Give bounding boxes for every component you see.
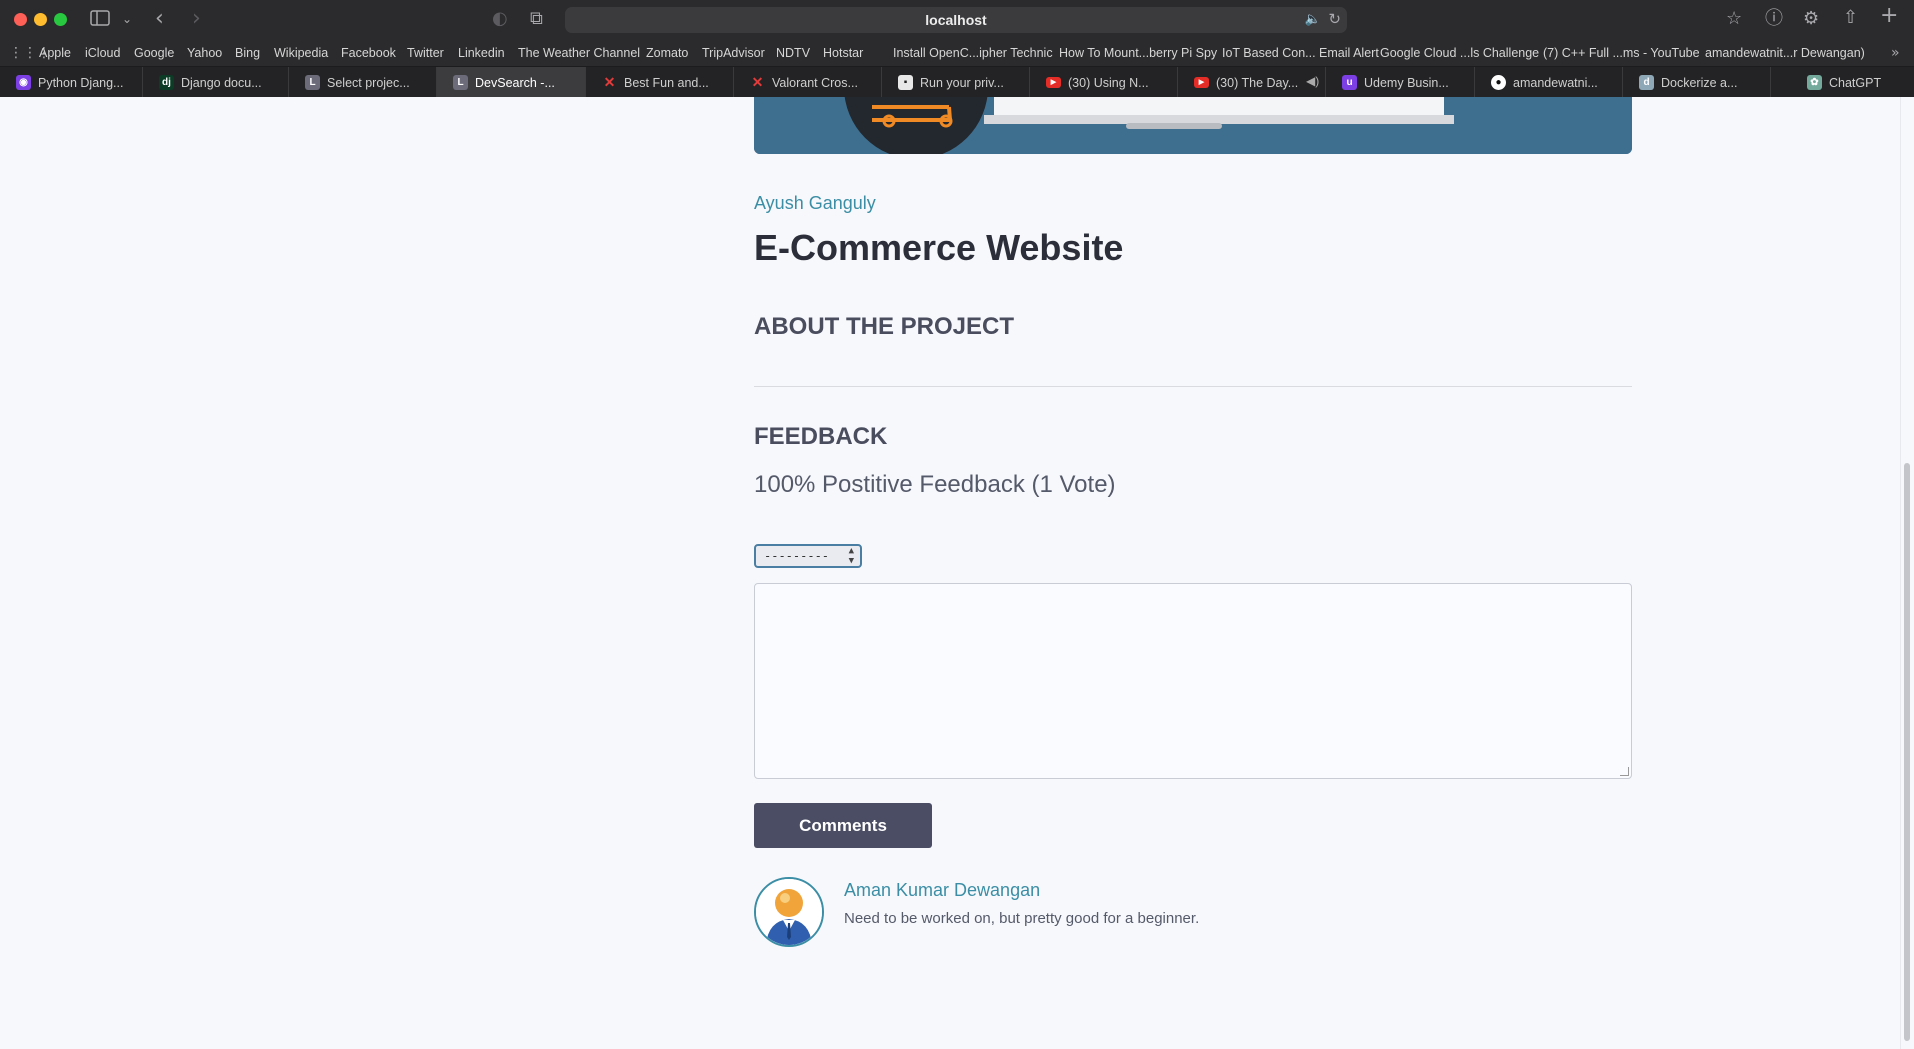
tab-select-project[interactable]: L Select projec... — [289, 67, 437, 98]
avatar[interactable] — [754, 877, 824, 947]
bookmark-yahoo[interactable]: Yahoo — [187, 46, 222, 60]
youtube-favicon-icon: ▶ — [1194, 77, 1209, 88]
bookmark-bing[interactable]: Bing — [235, 46, 260, 60]
audio-playing-icon[interactable]: 🔈 — [1305, 10, 1321, 30]
feedback-heading: FEEDBACK — [754, 423, 888, 450]
bookmark-weather-channel[interactable]: The Weather Channel — [518, 46, 640, 60]
url-text: localhost — [925, 12, 987, 28]
divider — [754, 386, 1632, 387]
minimize-window-button[interactable] — [34, 13, 47, 26]
bookmark-cpp-youtube[interactable]: (7) C++ Full ...ms - YouTube — [1543, 46, 1700, 60]
chevron-down-icon[interactable]: ⌄ — [122, 9, 132, 29]
bookmark-apple[interactable]: Apple — [39, 46, 71, 60]
bookmark-hotstar[interactable]: Hotstar — [823, 46, 863, 60]
gear-icon[interactable]: ⚙ — [1803, 9, 1819, 29]
select-project-favicon-icon: L — [305, 75, 320, 90]
run-your-priv-favicon-icon: ▪ — [898, 75, 913, 90]
bookmark-linkedin[interactable]: Linkedin — [458, 46, 505, 60]
speaker-icon[interactable]: ◀) — [1306, 74, 1319, 88]
info-icon[interactable]: ⓘ — [1765, 9, 1783, 29]
commenter-name[interactable]: Aman Kumar Dewangan — [844, 880, 1040, 901]
tab-overview-icon[interactable]: ⧉ — [530, 9, 543, 29]
page-content: Ayush Ganguly E-Commerce Website ABOUT T… — [0, 97, 1900, 1049]
project-author[interactable]: Ayush Ganguly — [754, 193, 876, 214]
tab-run-your-priv[interactable]: ▪ Run your priv... — [882, 67, 1030, 98]
tab-best-fun[interactable]: ✕ Best Fun and... — [586, 67, 734, 98]
bookmark-icloud[interactable]: iCloud — [85, 46, 120, 60]
tab-github[interactable]: ● amandewatni... — [1475, 67, 1623, 98]
bookmark-facebook[interactable]: Facebook — [341, 46, 396, 60]
scrollbar-thumb[interactable] — [1904, 463, 1910, 1041]
project-title: E-Commerce Website — [754, 227, 1124, 268]
about-heading: ABOUT THE PROJECT — [754, 313, 1015, 340]
tab-python-django[interactable]: ◉ Python Djang... — [0, 67, 143, 98]
vote-select-value: --------- — [764, 549, 830, 563]
sidebar-toggle-icon[interactable] — [90, 10, 110, 31]
bookmark-opencv[interactable]: Install OpenC...ipher Technic — [893, 46, 1053, 60]
best-fun-favicon-icon: ✕ — [603, 74, 616, 90]
udemy-favicon-icon: u — [1342, 75, 1357, 90]
bookmark-google[interactable]: Google — [134, 46, 174, 60]
python-django-favicon-icon: ◉ — [16, 75, 31, 90]
tab-django-docs[interactable]: dj Django docu... — [143, 67, 289, 98]
new-tab-icon[interactable]: + — [1880, 5, 1898, 27]
tab-bar: ◉ Python Djang... dj Django docu... L Selec… — [0, 66, 1914, 98]
bookmark-iot[interactable]: IoT Based Con... Email Alert — [1222, 46, 1379, 60]
bookmark-twitter[interactable]: Twitter — [407, 46, 444, 60]
django-favicon-icon: dj — [159, 75, 174, 90]
select-arrows-icon: ▲ ▼ — [848, 546, 854, 566]
dockerize-favicon-icon: d — [1639, 75, 1654, 90]
tab-youtube-the-day[interactable]: ▶ (30) The Day... ◀) — [1178, 67, 1326, 98]
tab-devsearch[interactable]: L DevSearch -... — [437, 67, 586, 98]
github-favicon-icon: ● — [1491, 75, 1506, 90]
share-icon[interactable]: ⇧ — [1843, 8, 1858, 28]
bookmark-star-icon[interactable]: ☆ — [1726, 9, 1742, 29]
chatgpt-favicon-icon: ✿ — [1807, 75, 1822, 90]
bookmark-wikipedia[interactable]: Wikipedia — [274, 46, 328, 60]
tab-chatgpt[interactable]: ✿ ChatGPT — [1771, 67, 1914, 98]
bookmark-tripadvisor[interactable]: TripAdvisor — [702, 46, 765, 60]
bookmark-ndtv[interactable]: NDTV — [776, 46, 810, 60]
youtube-favicon-icon: ▶ — [1046, 77, 1061, 88]
bookmark-raspberry-pi[interactable]: How To Mount...berry Pi Spy — [1059, 46, 1217, 60]
bookmarks-bar: ⋮⋮⋮ Apple iCloud Google Yahoo Bing Wikip… — [0, 40, 1914, 66]
feedback-summary: 100% Postitive Feedback (1 Vote) — [754, 471, 1116, 498]
back-icon[interactable]: ‹ — [155, 8, 164, 30]
zoom-window-button[interactable] — [54, 13, 67, 26]
tab-udemy[interactable]: u Udemy Busin... — [1326, 67, 1475, 98]
bookmark-zomato[interactable]: Zomato — [646, 46, 688, 60]
browser-toolbar: ⌄ ‹ › ◐ ⧉ localhost 🔈 ↻ ☆ ⓘ ⚙ ⇧ + — [0, 0, 1914, 40]
address-bar[interactable]: localhost 🔈 ↻ — [565, 7, 1347, 33]
devsearch-favicon-icon: L — [453, 75, 468, 90]
tab-dockerize[interactable]: d Dockerize a... — [1623, 67, 1771, 98]
valorant-favicon-icon: ✕ — [751, 74, 764, 90]
comment-text: Need to be worked on, but pretty good fo… — [844, 910, 1200, 927]
bookmark-google-cloud[interactable]: Google Cloud ...ls Challenge — [1380, 46, 1539, 60]
vote-select[interactable]: --------- ▲ ▼ — [754, 544, 862, 568]
project-thumbnail-image — [754, 97, 1632, 154]
more-bookmarks-icon[interactable]: » — [1891, 43, 1900, 63]
tab-valorant[interactable]: ✕ Valorant Cros... — [734, 67, 882, 98]
bookmark-amandewatnit[interactable]: amandewatnit...r Dewangan) — [1705, 46, 1865, 60]
close-window-button[interactable] — [14, 13, 27, 26]
privacy-shield-icon[interactable]: ◐ — [492, 9, 508, 29]
forward-icon[interactable]: › — [192, 8, 201, 30]
tab-youtube-using[interactable]: ▶ (30) Using N... — [1030, 67, 1178, 98]
comment-textarea[interactable] — [754, 583, 1632, 779]
resize-handle-icon[interactable] — [1620, 767, 1629, 776]
comments-submit-button[interactable]: Comments — [754, 803, 932, 848]
reload-icon[interactable]: ↻ — [1328, 9, 1341, 29]
